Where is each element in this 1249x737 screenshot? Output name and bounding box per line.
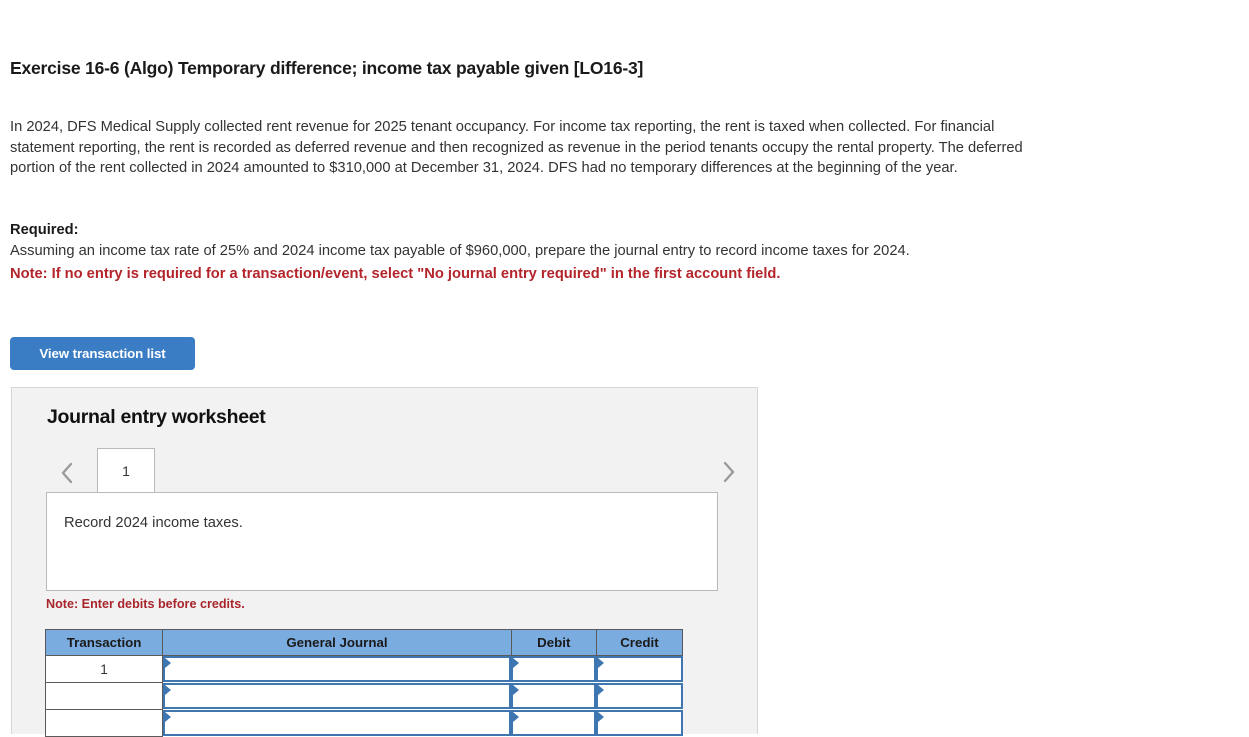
debit-cell[interactable] (511, 682, 597, 710)
required-label: Required: (10, 222, 79, 238)
table-row (44, 682, 683, 710)
debit-input-row-1[interactable] (511, 656, 597, 683)
exercise-page: Exercise 16-6 (Algo) Temporary differenc… (0, 0, 1249, 737)
credit-input-row-3[interactable] (596, 710, 683, 736)
record-description-box: Record 2024 income taxes. (46, 492, 718, 591)
transaction-number-cell: 1 (44, 655, 164, 683)
no-entry-note: Note: If no entry is required for a tran… (10, 266, 781, 282)
credit-input-row-1[interactable] (596, 656, 683, 683)
debit-cell[interactable] (511, 709, 597, 737)
worksheet-tab-label: 1 (122, 463, 130, 479)
general-journal-input-row-3[interactable] (163, 710, 512, 736)
worksheet-tab-1[interactable]: 1 (97, 448, 155, 493)
credit-cell[interactable] (596, 682, 683, 710)
column-header-transaction: Transaction (44, 629, 164, 656)
debit-input-row-3[interactable] (511, 710, 597, 736)
general-journal-cell[interactable] (162, 709, 512, 737)
general-journal-cell[interactable] (162, 682, 512, 710)
table-header-row: Transaction General Journal Debit Credit (44, 629, 684, 656)
general-journal-input-row-2[interactable] (163, 683, 512, 709)
credit-input-row-2[interactable] (596, 683, 683, 709)
view-transaction-list-button[interactable]: View transaction list (10, 337, 195, 370)
debits-before-credits-note: Note: Enter debits before credits. (46, 597, 245, 611)
table-row (44, 709, 683, 737)
journal-entry-table: Transaction General Journal Debit Credit… (44, 629, 684, 737)
record-description-text: Record 2024 income taxes. (64, 515, 243, 531)
worksheet-title: Journal entry worksheet (47, 406, 266, 428)
transaction-number-cell (44, 682, 164, 710)
column-header-credit: Credit (595, 629, 684, 656)
problem-statement: In 2024, DFS Medical Supply collected re… (10, 119, 1023, 176)
chevron-left-icon[interactable] (56, 458, 78, 488)
debit-cell[interactable] (511, 655, 597, 683)
chevron-right-icon[interactable] (718, 457, 740, 487)
page-title: Exercise 16-6 (Algo) Temporary differenc… (10, 58, 644, 78)
column-header-general-journal: General Journal (162, 629, 512, 656)
required-section: Required: Assuming an income tax rate of… (10, 220, 1065, 285)
worksheet-tab-strip: 1 (12, 448, 759, 493)
general-journal-cell[interactable] (162, 655, 512, 683)
transaction-number-cell (44, 709, 164, 737)
general-journal-input-row-1[interactable] (163, 656, 512, 683)
table-row: 1 (44, 655, 683, 683)
journal-entry-worksheet-panel: Journal entry worksheet 1 Record 2024 in… (11, 387, 759, 737)
credit-cell[interactable] (596, 709, 683, 737)
credit-cell[interactable] (596, 655, 683, 683)
required-text: Assuming an income tax rate of 25% and 2… (10, 242, 910, 259)
debit-input-row-2[interactable] (511, 683, 597, 709)
column-header-debit: Debit (510, 629, 597, 656)
